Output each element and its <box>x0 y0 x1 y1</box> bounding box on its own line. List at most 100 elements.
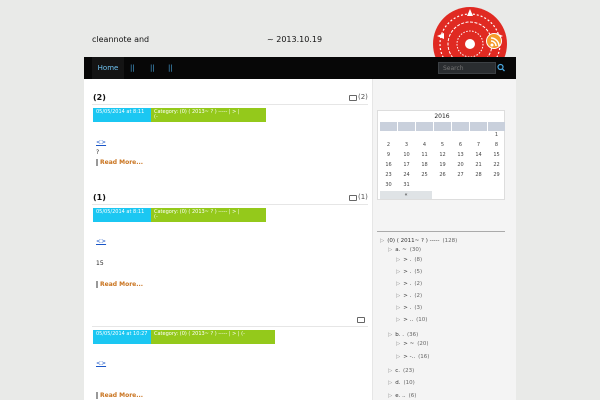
category-item[interactable]: ▷ > -.. (16) <box>396 354 429 360</box>
category-item[interactable]: ▷ c. (23) <box>388 368 414 374</box>
comment-count[interactable]: (2) <box>358 93 368 101</box>
calendar-day[interactable]: 5 <box>434 141 451 150</box>
calendar-day[interactable]: 21 <box>470 161 487 170</box>
category-item[interactable]: ▷ b. . (36) <box>388 332 418 338</box>
expand-arrow-icon[interactable]: ▷ <box>396 317 400 323</box>
nav-item-2[interactable]: || <box>150 57 155 79</box>
post-category-badge[interactable]: Category: (0) ( 2013~ ? ) ----- | > | (- <box>151 208 266 222</box>
calendar-day[interactable]: 22 <box>488 161 505 170</box>
calendar-day[interactable]: 17 <box>398 161 415 170</box>
category-item[interactable]: ▷ e. .. (6) <box>388 393 416 399</box>
calendar-prev-month[interactable]: « <box>380 191 432 199</box>
category-item[interactable]: ▷ > . (8) <box>396 257 422 263</box>
expand-arrow-icon[interactable]: ▷ <box>388 380 392 386</box>
expand-arrow-icon[interactable]: ▷ <box>380 238 384 244</box>
category-label[interactable]: > -.. <box>403 354 415 360</box>
expand-arrow-icon[interactable]: ▷ <box>396 257 400 263</box>
category-label[interactable]: > . <box>403 269 411 275</box>
expand-arrow-icon[interactable]: ▷ <box>388 393 392 399</box>
site-title[interactable]: cleannote and <box>92 35 149 44</box>
expand-arrow-icon[interactable]: ▷ <box>388 368 392 374</box>
calendar-day[interactable]: 18 <box>416 161 433 170</box>
category-text[interactable]: Category: (0) ( 2013~ ? ) ----- | > | <box>154 209 240 215</box>
category-item[interactable]: ▷ (0) ( 2011~ ? ) ----- (128) <box>380 238 457 244</box>
category-item[interactable]: ▷ > . (5) <box>396 269 422 275</box>
calendar-day[interactable]: 25 <box>416 171 433 180</box>
category-item[interactable]: ▷ > . (2) <box>396 293 422 299</box>
calendar-day[interactable]: 26 <box>434 171 451 180</box>
rss-feed-icon[interactable] <box>486 33 502 49</box>
expand-arrow-icon[interactable]: ▷ <box>396 293 400 299</box>
calendar-day[interactable]: 9 <box>380 151 397 160</box>
category-label[interactable]: > . <box>403 305 411 311</box>
category-label[interactable]: c. <box>395 368 400 374</box>
calendar-day[interactable]: 11 <box>416 151 433 160</box>
nav-item-home[interactable]: Home <box>92 57 124 79</box>
category-item[interactable]: ▷ > . (2) <box>396 281 422 287</box>
post-link[interactable]: <> <box>96 139 106 146</box>
category-text[interactable]: Category: (0) ( 2013~ ? ) ----- | > | (- <box>154 331 245 337</box>
category-item[interactable]: ▷ d. (10) <box>388 380 415 386</box>
category-text-2[interactable]: (- <box>154 214 158 220</box>
category-label[interactable]: > ~ <box>403 341 414 347</box>
search-icon[interactable] <box>496 62 506 74</box>
calendar-day[interactable]: 27 <box>452 171 469 180</box>
calendar-day[interactable]: 1 <box>488 131 505 140</box>
expand-arrow-icon[interactable]: ▷ <box>396 281 400 287</box>
calendar-day[interactable]: 28 <box>470 171 487 180</box>
calendar-day[interactable]: 29 <box>488 171 505 180</box>
category-text-2[interactable]: (- <box>154 114 158 120</box>
expand-arrow-icon[interactable]: ▷ <box>388 247 392 253</box>
expand-arrow-icon[interactable]: ▷ <box>396 269 400 275</box>
calendar-day[interactable]: 8 <box>488 141 505 150</box>
category-label[interactable]: (0) ( 2011~ ? ) ----- <box>387 238 439 244</box>
calendar-day[interactable]: 4 <box>416 141 433 150</box>
category-label[interactable]: d. <box>395 380 400 386</box>
calendar-day[interactable]: 23 <box>380 171 397 180</box>
expand-arrow-icon[interactable]: ▷ <box>396 354 400 360</box>
expand-arrow-icon[interactable]: ▷ <box>388 332 392 338</box>
read-more-link[interactable]: Read More... <box>96 159 143 166</box>
calendar-day[interactable]: 10 <box>398 151 415 160</box>
category-text[interactable]: Category: (0) ( 2013~ ? ) ----- | > | <box>154 109 240 115</box>
post-category-badge[interactable]: Category: (0) ( 2013~ ? ) ----- | > | (- <box>151 330 275 344</box>
post-category-badge[interactable]: Category: (0) ( 2013~ ? ) ----- | > | (- <box>151 108 266 122</box>
post-link[interactable]: <> <box>96 360 106 367</box>
read-more-link[interactable]: Read More... <box>96 392 143 399</box>
calendar-day[interactable]: 24 <box>398 171 415 180</box>
category-item[interactable]: ▷ > .. (10) <box>396 317 427 323</box>
nav-item-3[interactable]: || <box>168 57 173 79</box>
calendar-day[interactable]: 7 <box>470 141 487 150</box>
category-label[interactable]: > .. <box>403 317 413 323</box>
calendar-day[interactable]: 16 <box>380 161 397 170</box>
category-label[interactable]: b. . <box>395 332 404 338</box>
expand-arrow-icon[interactable]: ▷ <box>396 305 400 311</box>
search-input[interactable] <box>438 62 496 74</box>
read-more-link[interactable]: Read More... <box>96 281 143 288</box>
category-label[interactable]: > . <box>403 293 411 299</box>
calendar-day[interactable]: 30 <box>380 181 397 190</box>
calendar-day[interactable]: 14 <box>470 151 487 160</box>
calendar-day[interactable]: 19 <box>434 161 451 170</box>
category-label[interactable]: e. .. <box>395 393 405 399</box>
comment-count[interactable]: (1) <box>358 193 368 201</box>
category-label[interactable]: > . <box>403 257 411 263</box>
category-item[interactable]: ▷ > . (3) <box>396 305 422 311</box>
post-title[interactable]: (1) <box>93 193 106 202</box>
category-label[interactable]: > . <box>403 281 411 287</box>
calendar-day[interactable]: 31 <box>398 181 415 190</box>
calendar-day[interactable]: 2 <box>380 141 397 150</box>
calendar-day[interactable]: 15 <box>488 151 505 160</box>
nav-item-1[interactable]: || <box>130 57 135 79</box>
post-link[interactable]: <> <box>96 238 106 245</box>
category-item[interactable]: ▷ a. ~ (30) <box>388 247 421 253</box>
expand-arrow-icon[interactable]: ▷ <box>396 341 400 347</box>
calendar-day[interactable]: 12 <box>434 151 451 160</box>
post-title[interactable]: (2) <box>93 93 106 102</box>
calendar-day[interactable]: 20 <box>452 161 469 170</box>
calendar-day[interactable]: 13 <box>452 151 469 160</box>
category-label[interactable]: a. ~ <box>395 247 406 253</box>
category-item[interactable]: ▷ > ~ (20) <box>396 341 429 347</box>
calendar-day[interactable]: 6 <box>452 141 469 150</box>
calendar-day[interactable]: 3 <box>398 141 415 150</box>
